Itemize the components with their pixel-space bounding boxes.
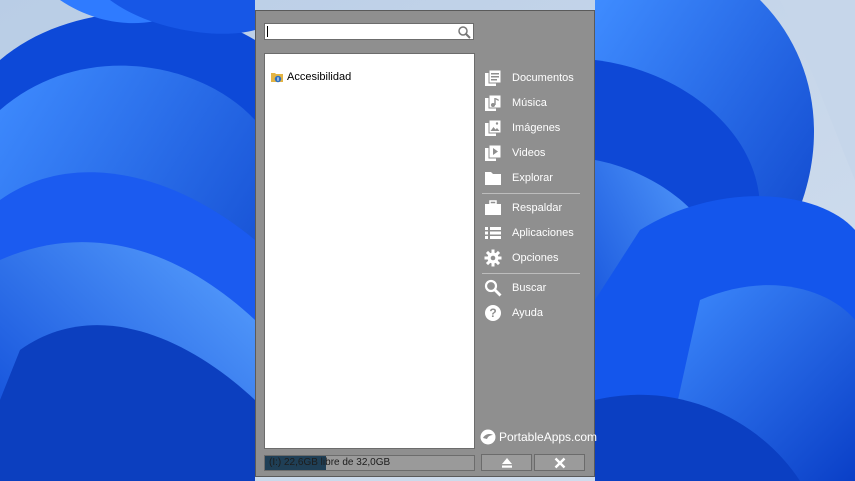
side-item-label: Documentos [512,72,574,84]
eject-button[interactable] [481,454,532,471]
side-item-documentos[interactable]: Documentos [484,67,584,89]
search-box[interactable] [264,23,474,40]
side-item-ayuda[interactable]: ? Ayuda [484,302,584,324]
list-icon [485,227,501,239]
folder-icon [271,73,283,83]
side-item-label: Imágenes [512,122,561,134]
close-icon [554,457,565,468]
side-item-label: Videos [512,147,546,159]
menu-divider [482,273,580,274]
search-icon[interactable] [457,25,471,39]
help-icon: ? [485,305,501,321]
side-item-label: Ayuda [512,307,543,319]
side-item-label: Buscar [512,282,547,294]
drive-space-bar: (I:) 22,6GB libre de 32,0GB [264,455,475,471]
side-item-respaldar[interactable]: Respaldar [484,197,584,219]
videos-icon [485,144,502,161]
portableapps-menu: Accesibilidad Documentos Música Imágenes… [255,10,597,477]
side-item-label: Opciones [512,252,559,264]
side-item-opciones[interactable]: Opciones [484,247,584,269]
svg-text:?: ? [489,306,496,320]
close-button[interactable] [534,454,585,471]
side-item-label: Explorar [512,172,553,184]
side-item-buscar[interactable]: Buscar [484,277,584,299]
side-item-aplicaciones[interactable]: Aplicaciones [484,222,584,244]
side-item-explorar[interactable]: Explorar [484,167,584,189]
list-item-label: Accesibilidad [287,71,352,83]
images-icon [485,119,502,136]
briefcase-icon [485,200,501,215]
portableapps-brand[interactable]: PortableApps.com [480,429,597,445]
gear-icon [484,249,502,267]
brand-label: PortableApps.com [499,430,598,444]
menu-divider [482,193,580,194]
side-item-label: Música [512,97,547,109]
folder-icon [485,172,501,185]
list-item[interactable]: Accesibilidad [270,69,351,85]
side-item-label: Respaldar [512,202,563,214]
portableapps-logo-icon [480,429,496,445]
drive-space-text: (I:) 22,6GB libre de 32,0GB [269,457,391,468]
search-input[interactable] [267,24,453,39]
side-item-musica[interactable]: Música [484,92,584,114]
music-icon [485,94,502,111]
app-list: Accesibilidad [264,53,475,449]
side-item-label: Aplicaciones [512,227,574,239]
side-item-imagenes[interactable]: Imágenes [484,117,584,139]
text-caret [267,26,268,37]
documents-icon [485,69,502,86]
eject-icon [501,457,512,468]
search-icon [484,279,502,297]
side-item-videos[interactable]: Videos [484,142,584,164]
